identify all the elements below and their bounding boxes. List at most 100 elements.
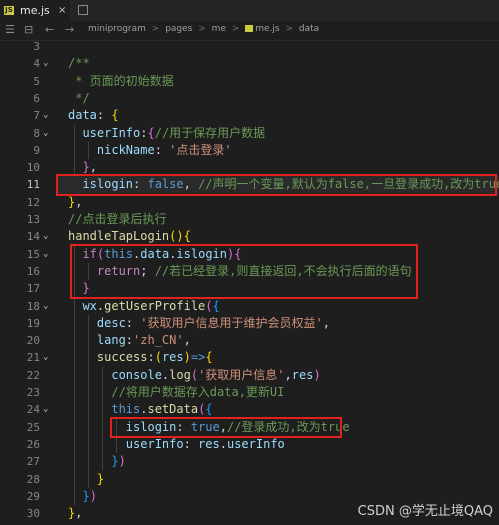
code-token: /** <box>68 56 90 71</box>
breadcrumb-separator: > <box>151 24 160 34</box>
breadcrumb-item[interactable]: miniprogram <box>88 24 146 34</box>
code-token: { <box>205 402 213 417</box>
code-token: this <box>68 402 141 417</box>
close-icon[interactable]: × <box>58 0 66 21</box>
highlight-box <box>110 416 342 438</box>
code-token: : <box>125 333 134 348</box>
code-line[interactable]: userInfo: res.userInfo <box>68 436 285 453</box>
code-token: //将用户数据存入data,更新UI <box>68 385 285 399</box>
line-number: 18 <box>26 299 40 313</box>
line-number: 8 <box>33 126 40 140</box>
code-token: //点击登录后执行 <box>68 212 167 226</box>
code-line[interactable]: } <box>68 471 104 488</box>
code-token: : <box>147 350 155 365</box>
code-line[interactable]: }, <box>68 194 82 211</box>
line-number: 10 <box>26 161 40 175</box>
fold-chevron-icon[interactable]: ⌄ <box>43 107 48 124</box>
code-line[interactable]: nickName: '点击登录' <box>68 142 232 159</box>
code-token: { <box>205 350 213 365</box>
line-number: 11 <box>26 178 40 192</box>
code-line[interactable]: lang:'zh_CN', <box>68 332 191 349</box>
code-token: { <box>183 229 191 244</box>
code-token: ) <box>89 488 97 503</box>
code-token: , <box>322 315 330 330</box>
highlight-box <box>70 243 418 300</box>
line-number: 15 <box>26 247 40 261</box>
code-token: , <box>75 506 83 521</box>
fold-chevron-icon[interactable]: ⌄ <box>43 55 48 72</box>
code-token: //用于保存用户数据 <box>154 125 266 140</box>
code-token: * 页面的初始数据 <box>68 73 174 88</box>
code-token: '获取用户信息' <box>198 367 285 382</box>
back-arrow-icon[interactable]: ← <box>45 23 54 37</box>
fold-chevron-icon[interactable]: ⌄ <box>43 228 48 245</box>
code-line[interactable]: */ <box>68 90 90 107</box>
breadcrumb-separator: > <box>231 24 240 34</box>
line-number: 6 <box>33 91 40 105</box>
code-token: () <box>169 229 184 244</box>
js-file-icon <box>245 25 254 32</box>
code-line[interactable]: wx.getUserProfile({ <box>68 298 219 315</box>
breadcrumb-item[interactable]: data <box>299 24 319 34</box>
code-line[interactable]: //将用户数据存入data,更新UI <box>68 384 284 401</box>
tab-me-js[interactable]: JS me.js × <box>0 0 70 21</box>
line-number: 20 <box>26 334 40 348</box>
line-number: 5 <box>33 74 40 88</box>
line-number: 21 <box>26 351 40 365</box>
highlight-box <box>56 174 497 196</box>
code-token: res <box>161 350 184 365</box>
code-token: ( <box>205 298 213 313</box>
code-token: ) <box>313 367 321 382</box>
line-number: 19 <box>26 316 40 330</box>
fold-chevron-icon[interactable]: ⌄ <box>43 125 48 142</box>
code-editor[interactable]: 3 4 ⌄/** 5 * 页面的初始数据 6 */7 ⌄ data: {8 ⌄ userInf… <box>0 40 499 525</box>
code-token: */ <box>68 90 90 105</box>
code-line[interactable]: success:(res)=>{ <box>68 349 213 366</box>
breadcrumb-item[interactable]: pages <box>165 24 192 34</box>
code-token: ) <box>118 454 126 469</box>
breadcrumb-item[interactable]: me <box>212 24 226 34</box>
code-token: ( <box>154 350 162 365</box>
line-number: 16 <box>26 264 40 278</box>
fold-chevron-icon[interactable]: ⌄ <box>43 246 48 263</box>
code-token: userInfo <box>68 125 141 140</box>
code-token: : <box>96 108 112 123</box>
code-token: nickName <box>68 142 155 157</box>
code-token: } <box>68 454 119 469</box>
code-line[interactable]: data: { <box>68 107 119 124</box>
code-line[interactable]: console.log('获取用户信息',res) <box>68 367 321 384</box>
code-line[interactable]: * 页面的初始数据 <box>68 73 174 90</box>
line-number: 23 <box>26 386 40 399</box>
fold-chevron-icon[interactable]: ⌄ <box>43 401 48 418</box>
code-token: => <box>190 350 206 365</box>
fold-chevron-icon[interactable]: ⌄ <box>43 298 48 315</box>
code-token: wx <box>68 298 97 313</box>
code-token: handleTapLogin <box>68 229 170 244</box>
code-line[interactable]: }, <box>68 505 82 522</box>
code-token: desc <box>68 315 126 330</box>
line-number: 24 <box>26 403 40 417</box>
forward-arrow-icon[interactable]: → <box>65 23 74 37</box>
code-line[interactable]: userInfo:{//用于保存用户数据 <box>68 125 265 142</box>
breadcrumb-item[interactable]: me.js <box>255 24 279 34</box>
code-token: '获取用户信息用于维护会员权益' <box>140 315 323 330</box>
code-line[interactable]: desc: '获取用户信息用于维护会员权益', <box>68 315 330 332</box>
code-token: setData <box>147 402 199 417</box>
code-token: } <box>68 488 90 503</box>
code-token: getUserProfile <box>104 298 206 313</box>
code-token: } <box>82 160 90 175</box>
code-token: res <box>198 436 220 451</box>
code-line[interactable]: }) <box>68 453 126 470</box>
fold-chevron-icon[interactable]: ⌄ <box>43 349 48 366</box>
js-file-icon: JS <box>4 6 14 15</box>
code-token: ) <box>183 350 191 365</box>
code-line[interactable]: /** <box>68 55 90 72</box>
code-line[interactable]: }) <box>68 488 97 505</box>
menu-icon[interactable]: ☰ <box>5 23 15 37</box>
bookmark-icon[interactable]: ⊟ <box>24 23 33 37</box>
split-editor-icon[interactable] <box>78 5 88 15</box>
code-line[interactable]: //点击登录后执行 <box>68 211 166 228</box>
code-token: } <box>68 471 105 486</box>
code-token: log <box>169 367 191 382</box>
code-token: res <box>291 367 314 382</box>
